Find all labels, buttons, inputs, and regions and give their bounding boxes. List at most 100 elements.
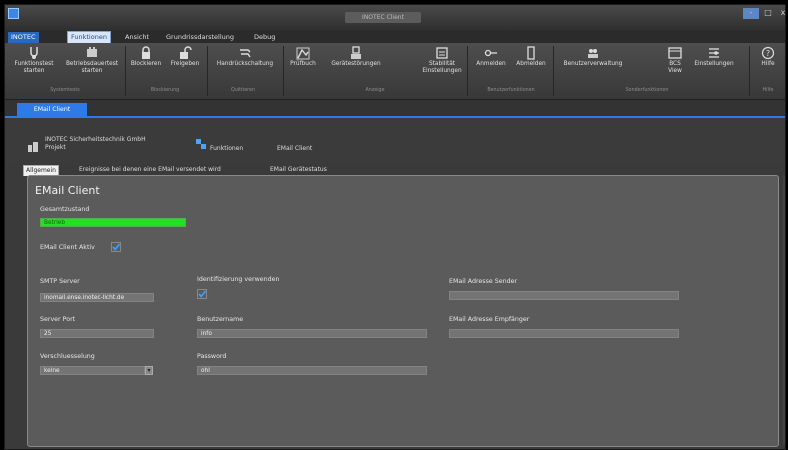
ribbon-separator (467, 46, 468, 96)
chevron-down-icon[interactable]: ▾ (145, 366, 153, 375)
bcs-view-icon (668, 46, 682, 60)
betriebsdauertest-label2: starten (81, 68, 103, 74)
password-field[interactable]: ohl (197, 366, 427, 375)
tab-grundrissdarstellung[interactable]: Grundrissdarstellung (163, 32, 237, 43)
verschluesselung-select[interactable]: keine (40, 366, 145, 375)
handrueckschaltung-icon (238, 46, 252, 60)
breadcrumb-funktionen[interactable]: Funktionen (210, 145, 243, 153)
doc-tab-email-client[interactable]: EMail Client (17, 103, 87, 116)
password-label: Password (197, 353, 227, 360)
benutzerverwaltung-label: Benutzerverwaltung (563, 61, 623, 67)
pruefbuch-button[interactable]: Prüfbuch (285, 46, 321, 68)
anmelden-icon (484, 46, 498, 60)
identifizierung-checkbox[interactable] (197, 289, 207, 299)
ribbon-separator (125, 46, 126, 96)
tab-email-geraetestatus[interactable]: EMail Gerätestatus (270, 165, 327, 175)
anmelden-button[interactable]: Anmelden (471, 46, 511, 68)
abmelden-icon (524, 46, 538, 60)
app-window: INOTEC Client - □ x INOTEC Funktionen An… (4, 4, 786, 450)
identifizierung-label: Identifizierung verwenden (197, 276, 280, 283)
server-port-label: Server Port (40, 316, 76, 323)
funktionstest-label: Funktionstest (14, 61, 54, 67)
anmelden-label: Anmelden (476, 61, 506, 67)
unlock-icon (178, 46, 192, 60)
blockieren-button[interactable]: Blockieren (127, 46, 165, 68)
ribbon-separator (553, 46, 554, 96)
ribbon-separator (207, 46, 208, 96)
ribbon: Funktionstest starten Betriebsdauertest … (5, 43, 785, 100)
help-icon: ? (761, 46, 775, 60)
ribbon-separator (749, 46, 750, 96)
group-label-hilfe: Hilfe (762, 88, 774, 93)
sender-field[interactable] (449, 291, 679, 300)
stabilitat-icon (435, 46, 449, 60)
menu-bar: INOTEC Funktionen Ansicht Grundrissdarst… (5, 31, 785, 43)
help-button[interactable]: ? Hilfe (753, 46, 783, 68)
einstellungen-button[interactable]: Einstellungen (689, 46, 739, 68)
vertical-scrollbar[interactable] (783, 175, 785, 445)
minimize-button[interactable]: - (743, 8, 759, 19)
close-button[interactable]: x (775, 8, 785, 19)
pruefbuch-icon (296, 46, 310, 60)
geraetestoerungen-button[interactable]: Gerätestörungen (321, 46, 391, 68)
pruefbuch-label: Prüfbuch (290, 61, 316, 67)
bcs-view-button[interactable]: BCS View (665, 46, 685, 75)
benutzerverwaltung-button[interactable]: Benutzerverwaltung (557, 46, 629, 68)
funktionstest-button[interactable]: Funktionstest starten (7, 46, 61, 75)
client-aktiv-label: EMail Client Aktiv (40, 244, 95, 251)
tab-debug[interactable]: Debug (251, 32, 278, 43)
empfaenger-label: EMail Adresse Empfänger (449, 316, 530, 323)
einstellungen-label: Einstellungen (694, 61, 734, 67)
tab-ereignisse[interactable]: Ereignisse bei denen eine EMail versende… (79, 165, 221, 175)
abmelden-button[interactable]: Abmelden (511, 46, 551, 68)
blockieren-label: Blockieren (130, 61, 162, 67)
group-label-quittieren: Quittieren (230, 88, 256, 93)
tab-ansicht[interactable]: Ansicht (122, 32, 152, 43)
geraetestoerungen-label: Gerätestörungen (331, 61, 381, 67)
bcs-view-label2: View (668, 68, 682, 74)
bcs-view-label: BCS (669, 61, 681, 67)
freigeben-button[interactable]: Freigeben (165, 46, 205, 68)
breadcrumb-project[interactable]: Projekt (45, 144, 66, 152)
gesamtzustand-label: Gesamtzustand (40, 206, 90, 213)
stabilitat-button[interactable]: Stabilität Einstellungen (419, 46, 465, 75)
benutzername-field[interactable]: info (197, 329, 427, 338)
group-label-anzeige: Anzeige (365, 88, 385, 93)
svg-text:?: ? (766, 49, 770, 58)
email-client-panel: EMail Client Gesamtzustand Betrieb EMail… (27, 175, 779, 447)
abmelden-label: Abmelden (516, 61, 546, 67)
smtp-server-field[interactable]: inomail.ense.inotec-licht.de (40, 293, 154, 302)
panel-title: EMail Client (35, 184, 100, 197)
window-title: INOTEC Client (345, 12, 421, 23)
group-label-systemtests: Systemtests (50, 88, 80, 93)
ribbon-separator (283, 46, 284, 96)
tab-inotec[interactable]: INOTEC (8, 32, 39, 43)
benutzerverwaltung-icon (586, 46, 600, 60)
server-port-field[interactable]: 25 (40, 329, 154, 338)
sender-label: EMail Adresse Sender (449, 278, 518, 285)
document-tab-strip: EMail Client (5, 100, 785, 118)
breadcrumb-email-client[interactable]: EMail Client (277, 145, 312, 153)
smtp-server-label: SMTP Server (40, 278, 80, 285)
handrueckschaltung-button[interactable]: Handrückschaltung (210, 46, 280, 68)
maximize-button[interactable]: □ (760, 8, 776, 19)
group-label-sonderfunktionen: Sonderfunktionen (625, 88, 669, 93)
breadcrumb-company[interactable]: INOTEC Sicherheitstechnik GmbH (45, 136, 146, 144)
funktionstest-label2: starten (23, 68, 45, 74)
benutzername-label: Benutzername (197, 316, 244, 323)
app-icon (8, 8, 19, 19)
tab-funktionen[interactable]: Funktionen (67, 31, 111, 43)
betriebsdauertest-button[interactable]: Betriebsdauertest starten (61, 46, 123, 75)
client-aktiv-checkbox[interactable] (111, 242, 121, 252)
betriebsdauertest-icon (85, 46, 99, 60)
title-bar: INOTEC Client - □ x (5, 5, 785, 31)
group-label-blockierung: Blockierung (150, 88, 180, 93)
functions-icon (195, 138, 207, 150)
company-icon (27, 141, 39, 153)
stabilitat-label: Stabilität (428, 61, 456, 67)
stabilitat-label2: Einstellungen (422, 68, 462, 74)
betriebsdauertest-label: Betriebsdauertest (65, 61, 119, 67)
geraetestoerungen-icon (349, 46, 363, 60)
verschluesselung-label: Verschluesselung (40, 353, 95, 360)
empfaenger-field[interactable] (449, 329, 679, 338)
